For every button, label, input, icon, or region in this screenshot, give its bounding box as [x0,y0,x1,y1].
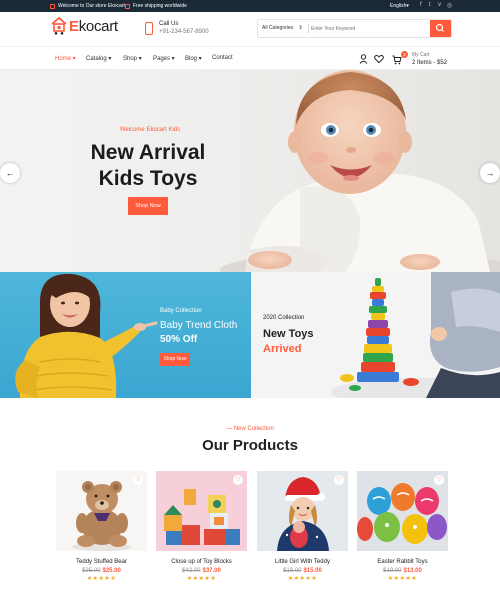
section-subtitle: — New Collection [226,426,274,432]
cart-logo-icon [51,17,67,35]
banner-title: New Toys [263,328,314,340]
phone-icon [145,22,153,35]
product-rating-stars: ★★★★★ [86,576,117,582]
search-icon [435,23,444,32]
product-name[interactable]: Easter Rabbit Toys [357,559,448,565]
chevron-down-icon: ⇕ [298,25,303,31]
wishlist-heart-icon[interactable]: ♡ [334,475,344,485]
product-card[interactable]: ♡ Close up of Toy Blocks $42.00 $37.00 ★★… [156,471,247,582]
heart-icon[interactable] [374,54,384,64]
cart-amount: 2 Items - $52 [412,60,448,66]
language-label: English [390,3,407,9]
cart-count-badge: 2 [401,51,408,58]
welcome-message: Welcome to Our store Ekocart [50,3,125,9]
product-card[interactable]: ♡ Teddy Stuffed Bear $35.00 $25.00 ★★★★★ [56,471,147,582]
main-nav: Home ▾ Catalog ▾ Shop ▾ Pages ▾ Blog ▾ C… [0,46,500,70]
banner-highlight: Arrived [263,343,302,355]
banner-collection-label: Baby Collection [160,308,202,314]
product-image[interactable]: ♡ [56,471,147,551]
nav-blog[interactable]: Blog ▾ [185,55,202,62]
product-name[interactable]: Close up of Toy Blocks [156,559,247,565]
facebook-icon[interactable]: f [420,2,422,8]
shipping-text: Free shipping worldwide [133,3,187,9]
hero-welcome: Welcome Ekocart Kids [119,127,181,133]
product-image[interactable]: ♡ [156,471,247,551]
hero-shop-now-button[interactable]: Shop Now [128,197,168,215]
banner-offer: 50% Off [160,334,198,345]
hero-slider: Welcome Ekocart Kids New Arrival Kids To… [0,70,500,272]
product-price: $35.00 $25.00 [82,568,121,574]
slider-next-arrow-icon[interactable]: → [480,163,500,183]
twitter-icon[interactable]: t [429,2,431,8]
shipping-message: Free shipping worldwide [125,3,187,9]
nav-pages[interactable]: Pages ▾ [153,55,175,62]
call-label: Call Us [159,21,179,27]
wishlist-heart-icon[interactable]: ♡ [133,475,143,485]
user-icon[interactable] [359,54,368,64]
baby-collection-banner[interactable]: Baby Collection Baby Trend Cloth 50% Off… [0,272,251,398]
search-bar: All Categories ⇕ [257,19,452,38]
cart-label: My Cart [412,52,430,58]
banner-collection-label: 2020 Collection [263,315,305,321]
girl-photo [15,273,158,398]
nav-contact[interactable]: Contact [212,55,233,61]
search-input[interactable] [311,23,429,35]
section-title: Our Products [202,437,298,454]
caret-down-icon: ▾ [406,3,409,9]
vk-icon[interactable]: v [438,2,441,8]
product-card[interactable]: ♡ Little Girl With Teddy $18.00 $15.00 ★★… [257,471,348,582]
logo-text: Ekocart [69,17,118,35]
product-name[interactable]: Teddy Stuffed Bear [56,559,147,565]
product-price: $19.00 $13.00 [383,568,422,574]
product-name[interactable]: Little Girl With Teddy [257,559,348,565]
welcome-text: Welcome to Our store Ekocart [58,3,125,9]
phone-number: +91-234-567-8900 [159,29,209,35]
product-price: $18.00 $15.00 [283,568,322,574]
category-select[interactable]: All Categories ⇕ [262,25,303,31]
product-rating-stars: ★★★★★ [287,576,318,582]
nav-shop[interactable]: Shop ▾ [123,55,142,62]
product-price: $42.00 $37.00 [182,568,221,574]
hero-title: New Arrival Kids Toys [90,141,206,190]
store-icon [50,3,55,9]
truck-icon [125,3,130,9]
product-image[interactable]: ♡ [257,471,348,551]
nav-home[interactable]: Home ▾ [55,55,76,62]
call-us[interactable]: Call Us +91-234-567-8900 [145,21,209,35]
site-header: Ekocart Call Us +91-234-567-8900 All Cat… [0,12,500,46]
search-button[interactable] [430,20,451,37]
product-card[interactable]: ♡ Easter Rabbit Toys $19.00 $13.00 ★★★★★ [357,471,448,582]
wishlist-heart-icon[interactable]: ♡ [434,475,444,485]
banner-title: Baby Trend Cloth [160,320,238,331]
slider-prev-arrow-icon[interactable]: ← [0,163,20,183]
instagram-icon[interactable]: ◎ [447,2,452,9]
new-toys-banner[interactable]: 2020 Collection New Toys Arrived [251,272,500,398]
cart-icon [392,55,402,65]
product-rating-stars: ★★★★★ [387,576,418,582]
language-selector[interactable]: English▾ [390,3,409,9]
top-bar: Welcome to Our store Ekocart Free shippi… [0,0,500,12]
logo[interactable]: Ekocart [50,17,118,35]
nav-catalog[interactable]: Catalog ▾ [86,55,111,62]
product-rating-stars: ★★★★★ [186,576,217,582]
wishlist-heart-icon[interactable]: ♡ [233,475,243,485]
banner-shop-now-button[interactable]: Shop Now [160,353,190,366]
search-divider [308,24,309,34]
product-image[interactable]: ♡ [357,471,448,551]
